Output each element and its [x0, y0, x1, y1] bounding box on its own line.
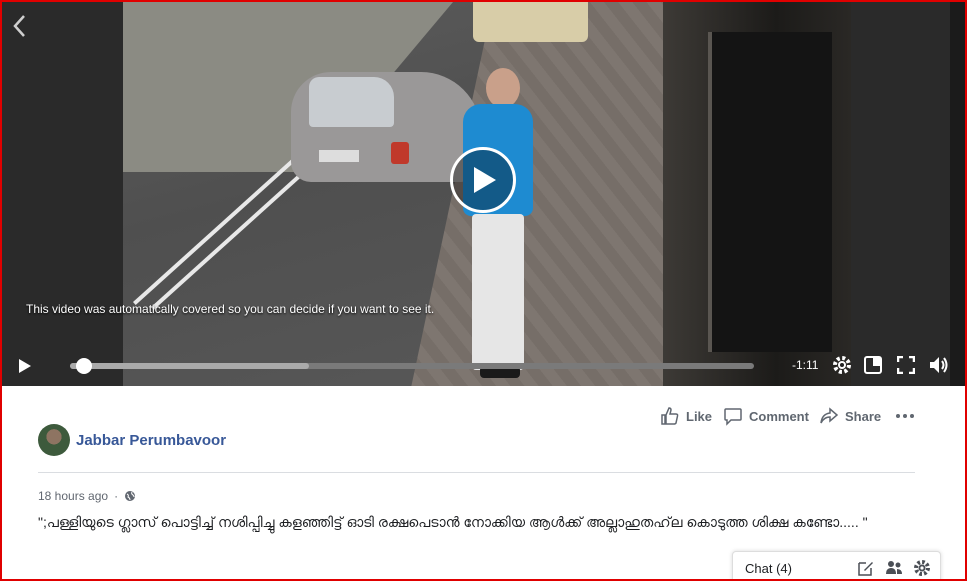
author-name[interactable]: Jabbar Perumbavoor — [76, 432, 226, 449]
share-button[interactable]: Share — [819, 406, 881, 426]
buffered-bar — [70, 363, 310, 369]
chat-settings-gear-icon[interactable] — [913, 559, 931, 577]
facebook-post-frame: This video was automatically covered so … — [0, 0, 967, 581]
divider — [38, 472, 915, 473]
chat-label[interactable]: Chat (4) — [745, 561, 792, 576]
play-control-icon[interactable] — [18, 358, 32, 379]
globe-icon[interactable] — [124, 490, 136, 502]
settings-gear-icon[interactable] — [832, 355, 852, 380]
thumbs-up-icon — [661, 407, 679, 425]
more-options-icon[interactable] — [895, 406, 915, 431]
post-timestamp[interactable]: 18 hours ago — [38, 489, 108, 503]
post-meta: 18 hours ago · — [38, 489, 136, 503]
mini-player-icon[interactable] — [864, 356, 882, 379]
post-author: Jabbar Perumbavoor — [38, 424, 226, 456]
video-player[interactable]: This video was automatically covered so … — [2, 2, 965, 386]
comment-label: Comment — [749, 408, 809, 424]
create-group-icon[interactable] — [885, 559, 903, 577]
time-remaining: -1:11 — [792, 358, 819, 372]
comment-button[interactable]: Comment — [723, 406, 809, 426]
video-controls: -1:11 — [2, 348, 965, 384]
progress-bar[interactable] — [70, 358, 754, 374]
back-arrow-icon[interactable] — [12, 14, 26, 43]
like-button[interactable]: Like — [660, 406, 712, 426]
like-label: Like — [686, 408, 713, 424]
play-icon — [474, 167, 496, 193]
post-text: ";പള്ളിയുടെ ഗ്ലാസ് പൊട്ടിച്ച് നശിപ്പിച്ച… — [38, 514, 868, 530]
comment-icon — [724, 408, 742, 426]
fullscreen-icon[interactable] — [896, 355, 916, 379]
volume-icon[interactable] — [928, 354, 950, 381]
progress-handle[interactable] — [75, 358, 92, 374]
play-button[interactable] — [450, 147, 516, 213]
chat-bar[interactable]: Chat (4) — [732, 551, 941, 579]
new-message-icon[interactable] — [857, 559, 875, 577]
share-label: Share — [845, 408, 882, 424]
avatar[interactable] — [38, 424, 70, 456]
share-icon — [820, 407, 839, 424]
video-cover-notice: This video was automatically covered so … — [26, 302, 435, 316]
